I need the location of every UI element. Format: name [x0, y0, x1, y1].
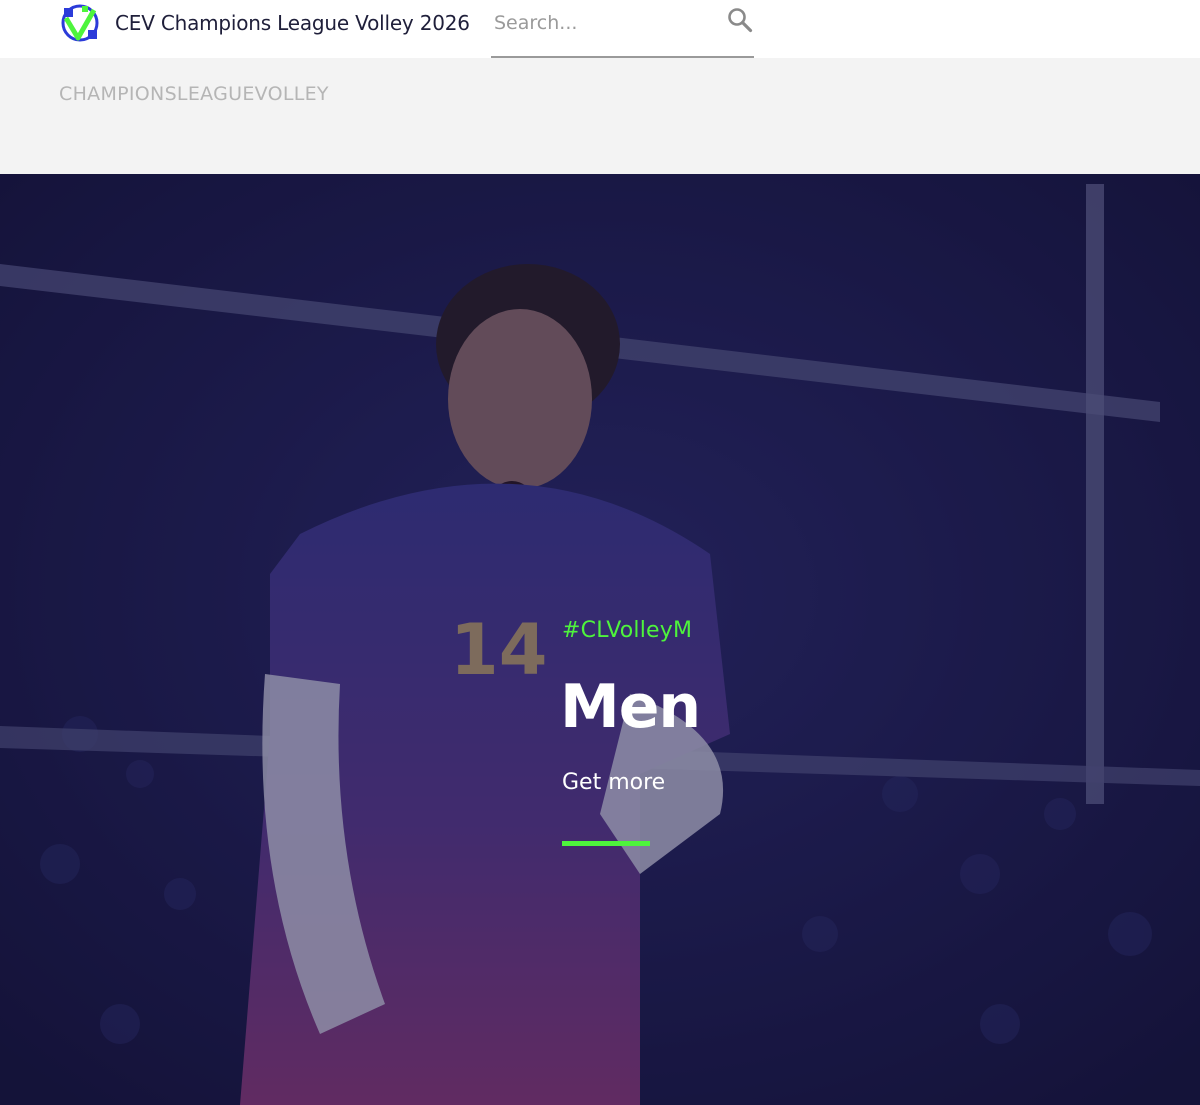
search-icon[interactable] [727, 7, 753, 33]
search-bar [491, 0, 754, 58]
site-title[interactable]: CEV Champions League Volley 2026 [115, 11, 470, 35]
cev-logo-icon[interactable] [60, 4, 100, 42]
breadcrumb-band [0, 58, 1200, 174]
breadcrumb[interactable]: CHAMPIONSLEAGUEVOLLEY [59, 83, 329, 105]
cta-underline [562, 841, 650, 846]
hero-hashtag[interactable]: #CLVolleyM [562, 618, 692, 643]
hero-title: Men [560, 672, 701, 742]
top-header: CEV Champions League Volley 2026 [0, 0, 1200, 58]
hero-banner[interactable]: 14 #CLVolleyM Men Get more [0, 174, 1200, 1105]
get-more-link[interactable]: Get more [562, 770, 665, 795]
search-input[interactable] [491, 6, 714, 40]
